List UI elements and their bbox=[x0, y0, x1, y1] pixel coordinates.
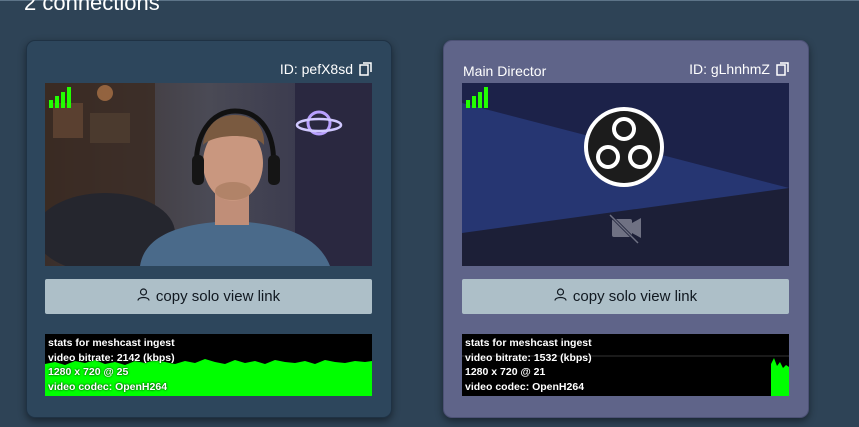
stats-panel: stats for meshcast ingest video bitrate:… bbox=[462, 334, 789, 396]
user-icon bbox=[554, 288, 567, 305]
director-label: Main Director bbox=[463, 63, 547, 79]
stats-text: stats for meshcast ingest video bitrate:… bbox=[465, 336, 592, 394]
stats-codec: video codec: OpenH264 bbox=[48, 380, 168, 393]
stream-id-group: ID: gLhnhmZ bbox=[689, 61, 790, 77]
signal-bars-icon bbox=[48, 86, 74, 113]
connection-card-director: Main Director ID: gLhnhmZ copy solo view… bbox=[443, 40, 809, 418]
stream-id-group: ID: pefX8sd bbox=[280, 61, 373, 77]
stats-bitrate: video bitrate: 1532 (kbps) bbox=[465, 351, 592, 364]
stats-text: stats for meshcast ingest video bitrate:… bbox=[48, 336, 175, 394]
video-preview[interactable] bbox=[462, 83, 789, 266]
copy-solo-link-button[interactable]: copy solo view link bbox=[462, 279, 789, 314]
connections-heading: 2 connections bbox=[24, 0, 160, 15]
stats-resolution: 1280 x 720 @ 25 bbox=[48, 366, 129, 378]
signal-bars-icon bbox=[465, 86, 491, 113]
stream-id-label: ID: pefX8sd bbox=[279, 61, 353, 77]
video-preview[interactable] bbox=[45, 83, 372, 266]
copy-icon[interactable] bbox=[776, 62, 790, 76]
stream-id-label: ID: gLhnhmZ bbox=[689, 61, 770, 77]
stats-resolution: 1280 x 720 @ 21 bbox=[465, 366, 546, 378]
copy-solo-link-label: copy solo view link bbox=[572, 288, 698, 305]
stats-title: stats for meshcast ingest bbox=[48, 337, 175, 349]
copy-solo-link-button[interactable]: copy solo view link bbox=[45, 279, 372, 314]
stats-codec: video codec: OpenH264 bbox=[465, 380, 585, 393]
copy-icon[interactable] bbox=[359, 62, 373, 76]
stats-panel: stats for meshcast ingest video bitrate:… bbox=[45, 334, 372, 396]
stats-title: stats for meshcast ingest bbox=[465, 337, 592, 349]
obs-logo-icon bbox=[584, 107, 664, 187]
connection-card-guest: ID: pefX8sd copy solo view link stats fo… bbox=[26, 40, 392, 418]
stats-bitrate: video bitrate: 2142 (kbps) bbox=[48, 351, 175, 364]
copy-solo-link-label: copy solo view link bbox=[155, 288, 281, 305]
user-icon bbox=[137, 288, 150, 305]
